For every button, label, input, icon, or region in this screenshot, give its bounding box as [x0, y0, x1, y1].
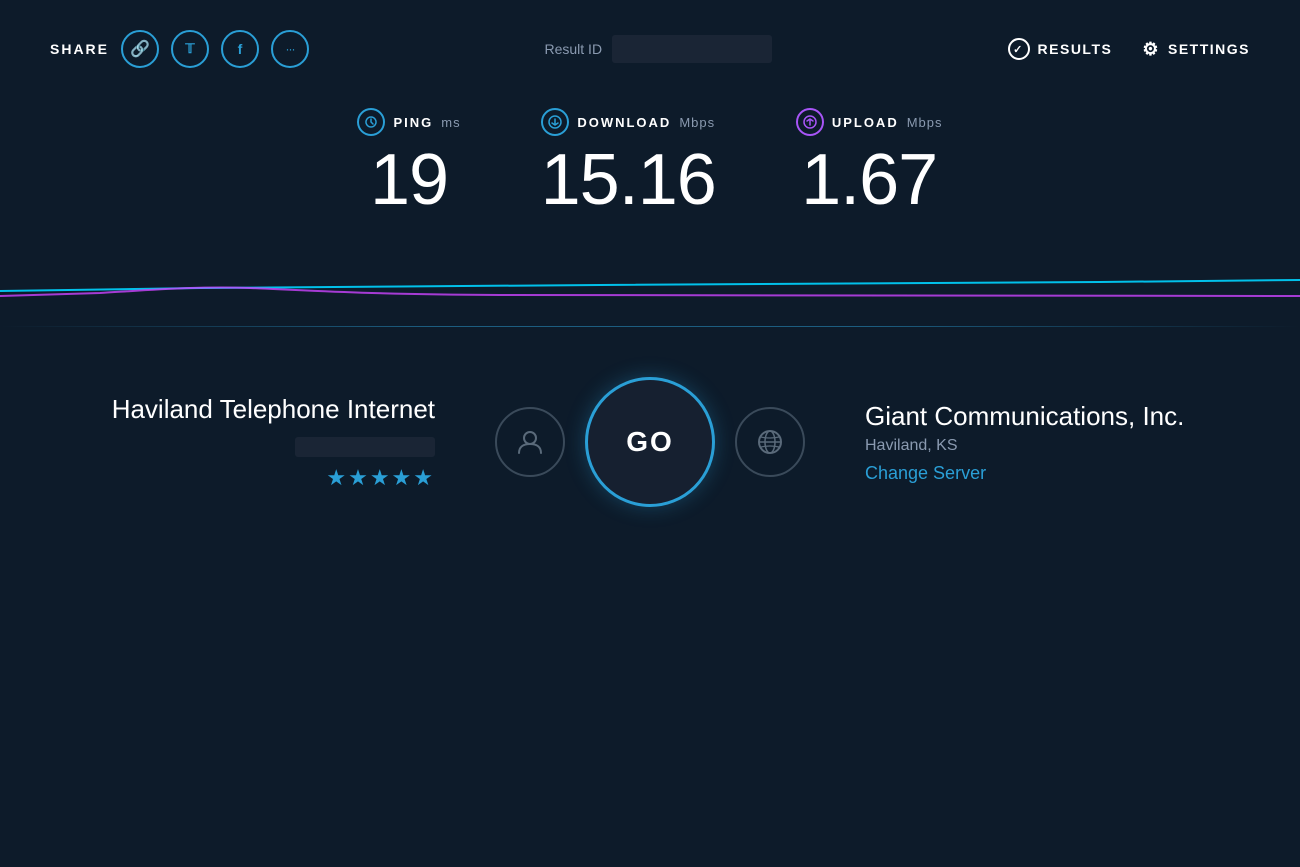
globe-icon — [756, 428, 784, 456]
more-icon: ··· — [286, 42, 295, 56]
server-name: Giant Communications, Inc. — [865, 400, 1220, 434]
server-info: Giant Communications, Inc. Haviland, KS … — [865, 400, 1220, 485]
download-label: DOWNLOAD — [577, 115, 671, 130]
isp-stars: ★★★★★ — [80, 465, 435, 491]
results-label: RESULTS — [1038, 41, 1113, 57]
download-unit: Mbps — [679, 115, 715, 130]
results-nav-item[interactable]: ✓ RESULTS — [1008, 38, 1113, 60]
ping-label: PING — [393, 115, 433, 130]
upload-value: 1.67 — [801, 144, 937, 216]
isp-id-bar — [295, 437, 435, 457]
results-check-icon: ✓ — [1008, 38, 1030, 60]
settings-gear-icon: ⚙ — [1142, 39, 1160, 60]
download-icon — [541, 108, 569, 136]
user-button[interactable] — [495, 407, 565, 477]
upload-icon — [796, 108, 824, 136]
share-twitter-button[interactable]: 𝕋 — [171, 30, 209, 68]
result-id-section: Result ID — [544, 35, 772, 63]
server-location: Haviland, KS — [865, 437, 1220, 455]
bottom-section: Haviland Telephone Internet ★★★★★ GO Gia — [0, 327, 1300, 557]
link-icon: 🔗 — [130, 39, 150, 59]
go-label: GO — [626, 426, 674, 458]
header-bar: SHARE 🔗 𝕋 f ··· Result ID ✓ RESULTS ⚙ SE… — [0, 0, 1300, 88]
ping-header: PING ms — [357, 108, 460, 136]
share-facebook-button[interactable]: f — [221, 30, 259, 68]
speed-chart — [0, 236, 1300, 316]
download-header: DOWNLOAD Mbps — [541, 108, 715, 136]
isp-name: Haviland Telephone Internet — [80, 393, 435, 427]
stats-section: PING ms 19 DOWNLOAD Mbps 15.16 — [0, 88, 1300, 226]
ping-icon — [357, 108, 385, 136]
isp-info: Haviland Telephone Internet ★★★★★ — [80, 393, 435, 491]
twitter-icon: 𝕋 — [185, 41, 194, 57]
result-id-label: Result ID — [544, 41, 602, 57]
settings-nav-item[interactable]: ⚙ SETTINGS — [1142, 39, 1250, 60]
upload-header: UPLOAD Mbps — [796, 108, 943, 136]
share-section: SHARE 🔗 𝕋 f ··· — [50, 30, 309, 68]
ping-value: 19 — [370, 144, 448, 216]
change-server-link[interactable]: Change Server — [865, 463, 986, 484]
ping-unit: ms — [441, 115, 460, 130]
chart-divider — [0, 326, 1300, 327]
share-link-button[interactable]: 🔗 — [121, 30, 159, 68]
share-more-button[interactable]: ··· — [271, 30, 309, 68]
upload-label: UPLOAD — [832, 115, 899, 130]
center-controls: GO — [495, 377, 805, 507]
share-label: SHARE — [50, 41, 109, 57]
user-icon — [515, 427, 545, 457]
facebook-icon: f — [238, 41, 243, 57]
download-stat: DOWNLOAD Mbps 15.16 — [541, 108, 716, 216]
nav-section: ✓ RESULTS ⚙ SETTINGS — [1008, 38, 1250, 60]
upload-unit: Mbps — [907, 115, 943, 130]
result-id-value — [612, 35, 772, 63]
globe-button[interactable] — [735, 407, 805, 477]
go-button[interactable]: GO — [585, 377, 715, 507]
ping-stat: PING ms 19 — [357, 108, 460, 216]
upload-stat: UPLOAD Mbps 1.67 — [796, 108, 943, 216]
settings-label: SETTINGS — [1168, 41, 1250, 57]
download-value: 15.16 — [541, 144, 716, 216]
